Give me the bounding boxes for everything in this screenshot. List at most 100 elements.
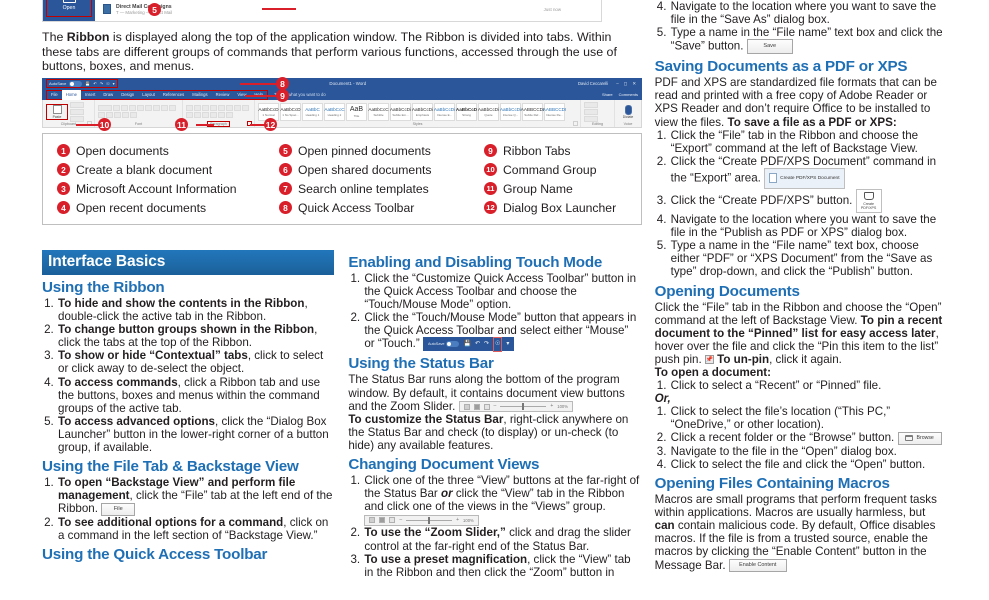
style-item[interactable]: AaBbCcC Heading 2 <box>324 102 345 121</box>
autosave-chip-toggle[interactable] <box>446 341 460 348</box>
align-left-button[interactable] <box>242 105 249 111</box>
status-bar-chip[interactable]: – + 100% <box>458 400 573 413</box>
shading-button[interactable] <box>218 112 225 118</box>
find-button[interactable] <box>584 101 598 108</box>
ribbon-tabs-highlight[interactable]: File Home Insert Draw Design Layout Refe… <box>46 89 268 100</box>
styles-gallery[interactable]: AaBbCcD 1 Normal AaBbCcD 1 No Spac... AaBb… <box>258 101 577 122</box>
tab-insert[interactable]: Insert <box>81 92 99 97</box>
window-controls[interactable]: – ◻ ✕ <box>616 81 636 87</box>
redo-chip-icon[interactable]: ↷ <box>484 338 489 351</box>
touch-mouse-mode-icon[interactable]: ☉ <box>106 81 110 86</box>
tab-draw[interactable]: Draw <box>99 92 117 97</box>
zoom-level[interactable]: 100% <box>463 514 474 527</box>
save-chip-icon[interactable]: 💾 <box>463 338 470 351</box>
align-center-button[interactable] <box>186 112 193 118</box>
style-item[interactable]: AaBbCcDi Intense E... <box>434 102 455 121</box>
zoom-out-icon[interactable]: – <box>399 514 402 527</box>
zoom-slider[interactable] <box>500 403 547 411</box>
text-effects-button[interactable] <box>114 112 121 118</box>
style-item[interactable]: AABBCCDI Subtle Ref... <box>521 102 544 121</box>
save-button-chip[interactable]: Save <box>746 39 793 55</box>
sort-button[interactable] <box>226 105 233 111</box>
text-highlight-button[interactable] <box>122 112 129 118</box>
style-item[interactable]: AaBbCcD Strong <box>456 102 477 121</box>
create-pdf-xps-document-chip[interactable]: Create PDF/XPS Document <box>764 167 845 190</box>
increase-indent-button[interactable] <box>218 105 225 111</box>
zoom-slider[interactable] <box>406 516 453 524</box>
tab-references[interactable]: References <box>159 92 188 97</box>
account-name[interactable]: David Ceccarelli <box>578 81 608 86</box>
italic-button[interactable] <box>161 105 168 111</box>
show-marks-button[interactable] <box>234 105 241 111</box>
browse-button-chip[interactable]: Browse <box>897 431 942 445</box>
read-mode-view-icon[interactable] <box>463 403 470 410</box>
font-color-button[interactable] <box>130 112 137 118</box>
borders-button[interactable] <box>226 112 233 118</box>
clipboard-group-highlight[interactable]: Paste <box>46 103 68 120</box>
font-size-box[interactable] <box>113 105 120 111</box>
style-item[interactable]: AaBbCcDi Intense Q... <box>500 102 521 121</box>
dialog-box-launcher-styles[interactable] <box>573 121 578 126</box>
file-list-item[interactable]: Direct Mail Campaigns T — Marketing — Di… <box>103 0 593 18</box>
bold-button[interactable] <box>153 105 160 111</box>
style-item[interactable]: AaBbCcC Subtitle <box>368 102 389 121</box>
subscript-button[interactable] <box>106 112 113 118</box>
cut-button[interactable] <box>70 101 84 108</box>
copy-button[interactable] <box>70 108 84 115</box>
read-mode-view-icon[interactable] <box>369 517 376 524</box>
style-item[interactable]: AaBbC Heading 1 <box>302 102 323 121</box>
line-spacing-button[interactable] <box>210 112 217 118</box>
align-right-button[interactable] <box>194 112 201 118</box>
style-item[interactable]: AaBbCcDi Emphasis <box>412 102 433 121</box>
tab-layout[interactable]: Layout <box>138 92 159 97</box>
numbering-button[interactable] <box>194 105 201 111</box>
quick-access-toolbar-highlight[interactable]: AutoSave 💾 ↶ ↷ ☉ ▾ <box>46 79 118 88</box>
zoom-in-icon[interactable]: + <box>550 400 553 413</box>
print-layout-view-icon[interactable] <box>379 517 386 524</box>
tab-home[interactable]: Home <box>61 89 81 100</box>
autosave-toggle[interactable] <box>69 80 83 87</box>
multilevel-list-button[interactable] <box>202 105 209 111</box>
customize-qat-chip-icon[interactable]: ▾ <box>506 338 509 351</box>
change-case-button[interactable] <box>137 105 144 111</box>
clear-formatting-button[interactable] <box>145 105 152 111</box>
pin-item-icon[interactable]: 📌 <box>704 355 714 365</box>
style-item[interactable]: AaBbCcDi Quote <box>478 102 499 121</box>
font-name-box[interactable] <box>98 105 112 111</box>
status-bar-chip-2[interactable]: – + 100% <box>364 514 479 527</box>
format-painter-button[interactable] <box>70 115 84 122</box>
select-button[interactable] <box>584 115 598 122</box>
tab-design[interactable]: Design <box>117 92 138 97</box>
replace-button[interactable] <box>584 108 598 115</box>
comments-button[interactable]: Comments <box>619 92 638 97</box>
style-item[interactable]: AaB Title <box>346 102 367 121</box>
undo-icon[interactable]: ↶ <box>93 81 96 86</box>
justify-button[interactable] <box>202 112 209 118</box>
touch-mouse-mode-chip-icon[interactable]: ☉ <box>493 336 503 353</box>
quick-access-toolbar-chip[interactable]: AutoSave 💾 ↶ ↷ ☉ ▾ <box>422 336 515 353</box>
redo-icon[interactable]: ↷ <box>100 81 103 86</box>
zoom-out-icon[interactable]: – <box>494 400 497 413</box>
file-tab-button-chip[interactable]: File <box>101 502 136 516</box>
style-item[interactable]: AABBCCDI Intense Re... <box>543 102 566 121</box>
bullets-button[interactable] <box>186 105 193 111</box>
tab-file[interactable]: File <box>47 92 62 97</box>
web-layout-view-icon[interactable] <box>389 517 396 524</box>
open-command-highlight[interactable]: Open <box>46 0 92 17</box>
zoom-in-icon[interactable]: + <box>456 514 459 527</box>
web-layout-view-icon[interactable] <box>483 403 490 410</box>
tab-review[interactable]: Review <box>212 92 234 97</box>
save-icon[interactable]: 💾 <box>85 81 90 86</box>
decrease-indent-button[interactable] <box>210 105 217 111</box>
underline-button[interactable] <box>169 105 176 111</box>
grow-font-button[interactable] <box>121 105 128 111</box>
tab-mailings[interactable]: Mailings <box>188 92 211 97</box>
share-button[interactable]: Share <box>602 92 613 97</box>
customize-qat-icon[interactable]: ▾ <box>113 81 115 86</box>
dictate-icon[interactable] <box>624 104 632 115</box>
zoom-level[interactable]: 100% <box>557 400 568 413</box>
enable-content-button-chip[interactable]: Enable Content <box>728 558 787 572</box>
undo-chip-icon[interactable]: ↶ <box>475 338 480 351</box>
style-item[interactable]: AaBbCcDi Subtle Em... <box>390 102 411 121</box>
create-pdf-xps-button-chip[interactable]: Create PDF/XPS <box>855 189 882 214</box>
